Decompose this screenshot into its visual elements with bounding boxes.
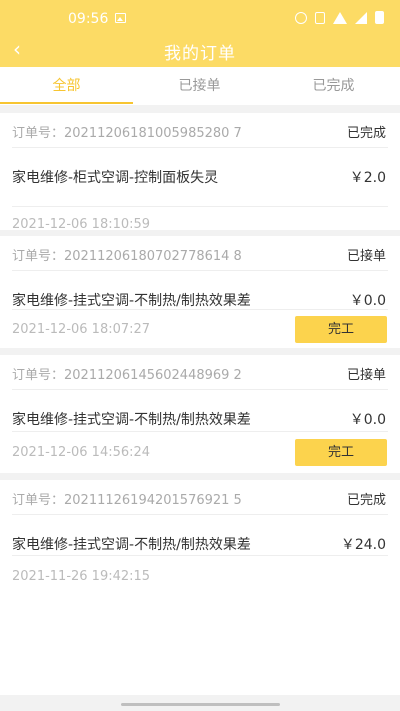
order-header: 订单号：20211206145602448969 2 已接单 (12, 355, 388, 390)
divider (12, 309, 388, 310)
divider (12, 206, 388, 207)
order-status: 已接单 (346, 368, 386, 383)
order-price: ￥2.0 (349, 170, 386, 186)
status-icons (295, 11, 384, 24)
app-header: 09:56 ‹ 我的订单 (0, 0, 400, 67)
order-header: 订单号：20211206180702778614 8 已接单 (12, 236, 388, 271)
service-name: 家电维修-挂式空调-不制热/制热效果差 (12, 412, 251, 428)
order-price: ￥0.0 (349, 412, 386, 428)
status-time: 09:56 (68, 11, 109, 27)
alarm-icon (295, 11, 307, 24)
home-indicator[interactable] (121, 703, 280, 706)
vibrate-icon (315, 11, 325, 24)
order-time: 2021-12-06 18:10:59 (12, 217, 151, 232)
service-name: 家电维修-挂式空调-不制热/制热效果差 (12, 293, 251, 309)
order-header: 订单号：20211206181005985280 7 已完成 (12, 113, 388, 148)
order-time: 2021-12-06 14:56:24 (12, 445, 151, 460)
order-number: 订单号：20211206180702778614 8 (12, 249, 242, 264)
service-name: 家电维修-挂式空调-不制热/制热效果差 (12, 537, 251, 553)
tab-accepted[interactable]: 已接单 (133, 67, 266, 105)
order-status: 已完成 (346, 126, 386, 141)
order-price: ￥24.0 (340, 537, 386, 553)
battery-icon (375, 11, 384, 24)
complete-button[interactable]: 完工 (295, 316, 387, 343)
gallery-icon (115, 13, 126, 23)
tab-completed[interactable]: 已完成 (267, 67, 400, 105)
order-card[interactable]: 订单号：20211206145602448969 2 已接单 家电维修-挂式空调… (0, 355, 400, 473)
order-status: 已完成 (346, 493, 386, 508)
complete-button[interactable]: 完工 (295, 439, 387, 466)
active-tab-indicator (0, 102, 133, 104)
order-tabs: 全部 已接单 已完成 (0, 67, 400, 105)
signal-icon (355, 11, 367, 24)
order-time: 2021-11-26 19:42:15 (12, 569, 151, 584)
order-number: 订单号：20211206181005985280 7 (12, 126, 242, 141)
order-number: 订单号：20211126194201576921 5 (12, 493, 242, 508)
order-status: 已接单 (346, 249, 386, 264)
divider (12, 555, 388, 556)
order-price: ￥0.0 (349, 293, 386, 309)
order-card[interactable]: 订单号：20211206181005985280 7 已完成 家电维修-柜式空调… (0, 113, 400, 232)
status-bar: 09:56 (0, 0, 400, 36)
divider (12, 431, 388, 432)
order-number: 订单号：20211206145602448969 2 (12, 368, 242, 383)
tab-all[interactable]: 全部 (0, 67, 133, 105)
order-time: 2021-12-06 18:07:27 (12, 322, 151, 337)
order-header: 订单号：20211126194201576921 5 已完成 (12, 480, 388, 515)
order-card[interactable]: 订单号：20211126194201576921 5 已完成 家电维修-挂式空调… (0, 480, 400, 695)
wifi-icon (333, 11, 347, 24)
page-title: 我的订单 (164, 44, 236, 64)
order-card[interactable]: 订单号：20211206180702778614 8 已接单 家电维修-挂式空调… (0, 236, 400, 348)
service-name: 家电维修-柜式空调-控制面板失灵 (12, 170, 219, 186)
